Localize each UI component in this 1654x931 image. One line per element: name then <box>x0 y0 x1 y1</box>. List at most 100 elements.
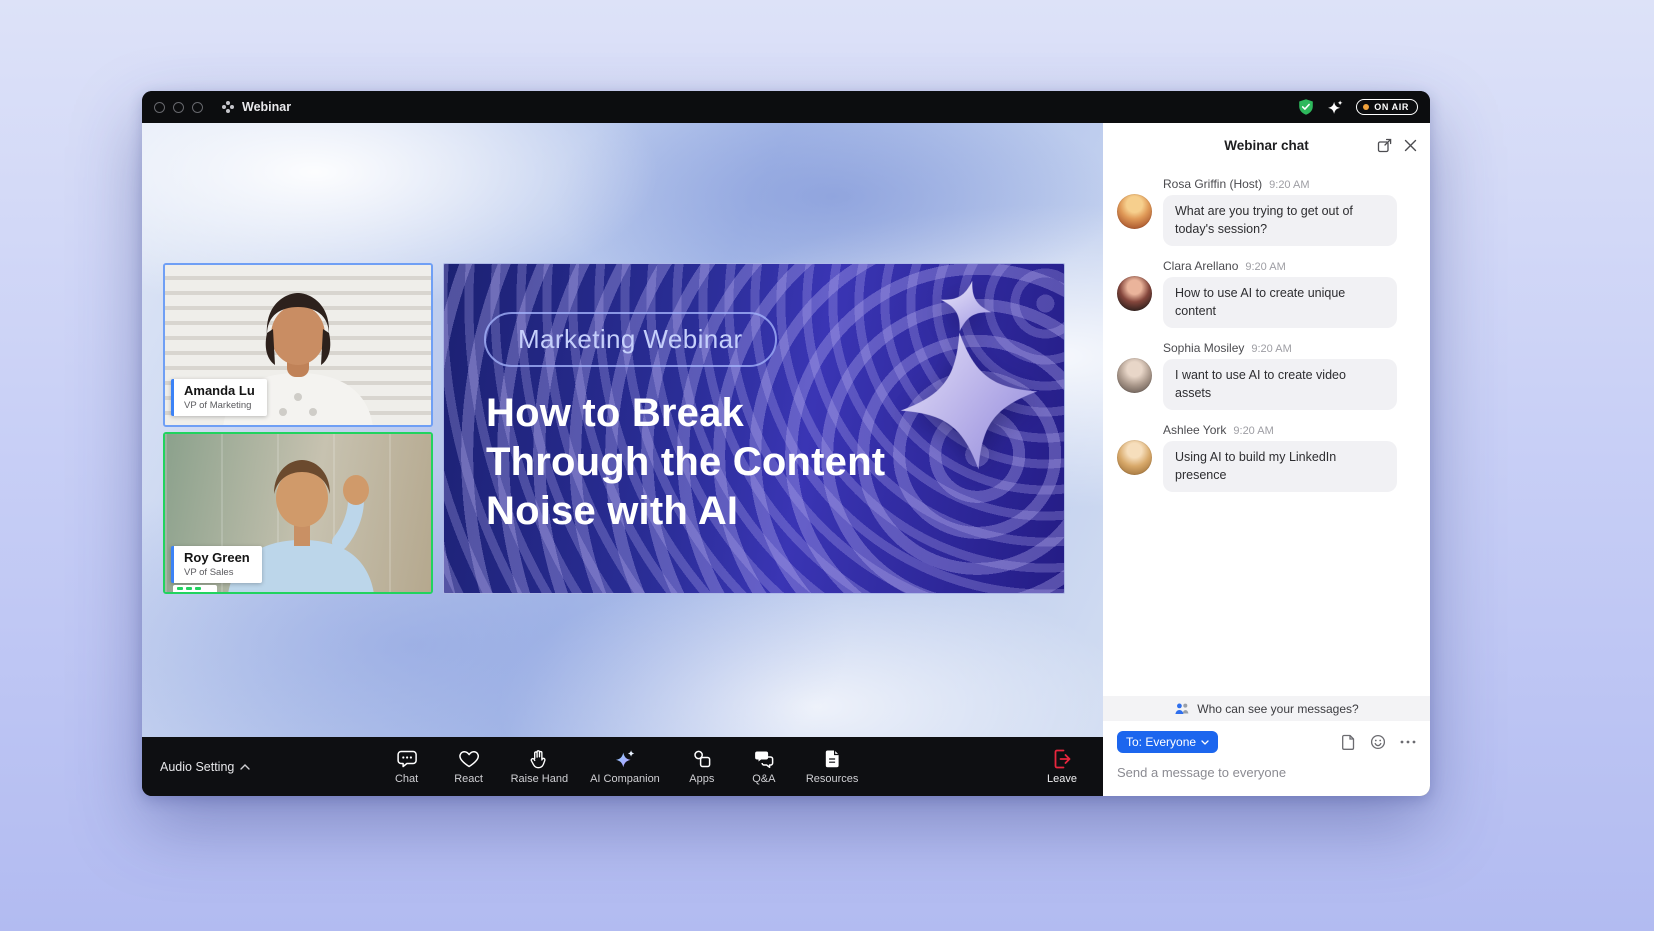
avatar-ashlee <box>1117 440 1152 475</box>
app-title: Webinar <box>242 100 291 114</box>
chat-message-list[interactable]: Rosa Griffin (Host) 9:20 AM What are you… <box>1103 167 1430 696</box>
slide-headline: How to Break Through the Content Noise w… <box>486 389 885 535</box>
chat-footer: Who can see your messages? To: Everyone <box>1103 696 1430 796</box>
app-title-group: Webinar <box>221 100 291 114</box>
sparkle-shape-large <box>891 323 1047 479</box>
file-icon <box>1341 734 1356 750</box>
avatar-rosa <box>1117 194 1152 229</box>
message-sender: Ashlee York <box>1163 423 1226 437</box>
composer: To: Everyone <box>1103 721 1430 796</box>
apps-label: Apps <box>689 773 714 785</box>
speaker-title: VP of Marketing <box>184 400 255 411</box>
raise-hand-label: Raise Hand <box>511 773 568 785</box>
toolbar-items: Chat React Raise Hand <box>387 748 859 785</box>
maximize-window-button[interactable] <box>192 102 203 113</box>
message-bubble: What are you trying to get out of today'… <box>1163 195 1397 246</box>
raise-hand-button[interactable]: Raise Hand <box>511 748 568 785</box>
leave-button[interactable]: Leave <box>1047 748 1077 785</box>
minimize-window-button[interactable] <box>173 102 184 113</box>
chat-message: Clara Arellano 9:20 AM How to use AI to … <box>1117 259 1414 328</box>
on-air-badge: ON AIR <box>1356 99 1418 115</box>
apps-icon <box>691 748 713 770</box>
chevron-up-icon <box>240 764 250 770</box>
titlebar: Webinar ON AIR <box>142 91 1430 123</box>
webinar-window: Webinar ON AIR <box>142 91 1430 796</box>
leave-label: Leave <box>1047 773 1077 785</box>
qa-button[interactable]: Q&A <box>744 748 784 785</box>
leave-icon <box>1051 748 1073 770</box>
smiley-icon <box>1370 734 1386 750</box>
emoji-button[interactable] <box>1370 734 1386 750</box>
popout-icon <box>1377 138 1392 153</box>
message-bubble: How to use AI to create unique content <box>1163 277 1397 328</box>
audio-meter <box>173 585 217 592</box>
chevron-down-icon <box>1201 740 1209 745</box>
react-label: React <box>454 773 483 785</box>
ai-companion-icon <box>614 748 636 770</box>
qa-label: Q&A <box>752 773 775 785</box>
more-options-button[interactable] <box>1400 740 1416 744</box>
close-icon <box>1404 139 1417 152</box>
speaker-tile-amanda[interactable]: Amanda Lu VP of Marketing <box>163 263 433 427</box>
ellipsis-icon <box>1400 740 1416 744</box>
close-chat-button[interactable] <box>1404 139 1417 152</box>
audio-setting-button[interactable]: Audio Setting <box>160 760 250 774</box>
titlebar-right: ON AIR <box>1297 98 1418 116</box>
chat-button[interactable]: Chat <box>387 748 427 785</box>
resources-label: Resources <box>806 773 859 785</box>
on-air-dot <box>1363 104 1369 110</box>
chat-message: Rosa Griffin (Host) 9:20 AM What are you… <box>1117 177 1414 246</box>
ai-sparkle-icon[interactable] <box>1327 99 1344 116</box>
avatar-clara <box>1117 276 1152 311</box>
speaker-name: Roy Green <box>184 551 250 566</box>
message-bubble: Using AI to build my LinkedIn presence <box>1163 441 1397 492</box>
message-time: 9:20 AM <box>1251 343 1291 355</box>
avatar-sophia <box>1117 358 1152 393</box>
shared-slide: Marketing Webinar How to Break Through t… <box>443 263 1065 594</box>
audio-setting-label: Audio Setting <box>160 760 234 774</box>
chat-label: Chat <box>395 773 418 785</box>
speaker-tile-roy[interactable]: Roy Green VP of Sales <box>163 432 433 594</box>
slide-badge: Marketing Webinar <box>484 312 777 367</box>
message-time: 9:20 AM <box>1269 179 1309 191</box>
message-bubble: I want to use AI to create video assets <box>1163 359 1397 410</box>
apps-button[interactable]: Apps <box>682 748 722 785</box>
message-time: 9:20 AM <box>1233 425 1273 437</box>
on-air-label: ON AIR <box>1374 102 1409 112</box>
meeting-toolbar: Audio Setting Chat <box>142 737 1103 796</box>
to-everyone-selector[interactable]: To: Everyone <box>1117 731 1218 753</box>
message-input[interactable] <box>1117 765 1416 780</box>
chat-message: Ashlee York 9:20 AM Using AI to build my… <box>1117 423 1414 492</box>
close-window-button[interactable] <box>154 102 165 113</box>
nametag-amanda: Amanda Lu VP of Marketing <box>171 379 267 416</box>
security-shield-icon[interactable] <box>1297 98 1315 116</box>
heart-icon <box>458 748 480 770</box>
chat-header: Webinar chat <box>1103 123 1430 167</box>
window-controls <box>154 102 203 113</box>
message-sender: Rosa Griffin (Host) <box>1163 177 1262 191</box>
chat-icon <box>396 748 418 770</box>
message-sender: Clara Arellano <box>1163 259 1238 273</box>
webinar-icon <box>221 100 235 114</box>
ai-companion-label: AI Companion <box>590 773 660 785</box>
popout-chat-button[interactable] <box>1377 138 1392 153</box>
raise-hand-icon <box>528 748 550 770</box>
ai-companion-button[interactable]: AI Companion <box>590 748 660 785</box>
react-button[interactable]: React <box>449 748 489 785</box>
chat-message: Sophia Mosiley 9:20 AM I want to use AI … <box>1117 341 1414 410</box>
resources-button[interactable]: Resources <box>806 748 859 785</box>
nametag-roy: Roy Green VP of Sales <box>171 546 262 583</box>
privacy-note-text: Who can see your messages? <box>1197 702 1358 716</box>
attach-file-button[interactable] <box>1341 734 1356 750</box>
qa-icon <box>753 748 775 770</box>
privacy-note: Who can see your messages? <box>1103 696 1430 721</box>
message-time: 9:20 AM <box>1245 261 1285 273</box>
chat-title: Webinar chat <box>1224 138 1309 153</box>
speaker-name: Amanda Lu <box>184 384 255 399</box>
stage: Amanda Lu VP of Marketing <box>142 123 1103 737</box>
to-everyone-label: To: Everyone <box>1126 735 1196 749</box>
chat-panel: Webinar chat <box>1103 123 1430 796</box>
resources-icon <box>821 748 843 770</box>
message-sender: Sophia Mosiley <box>1163 341 1244 355</box>
people-icon <box>1174 702 1190 715</box>
